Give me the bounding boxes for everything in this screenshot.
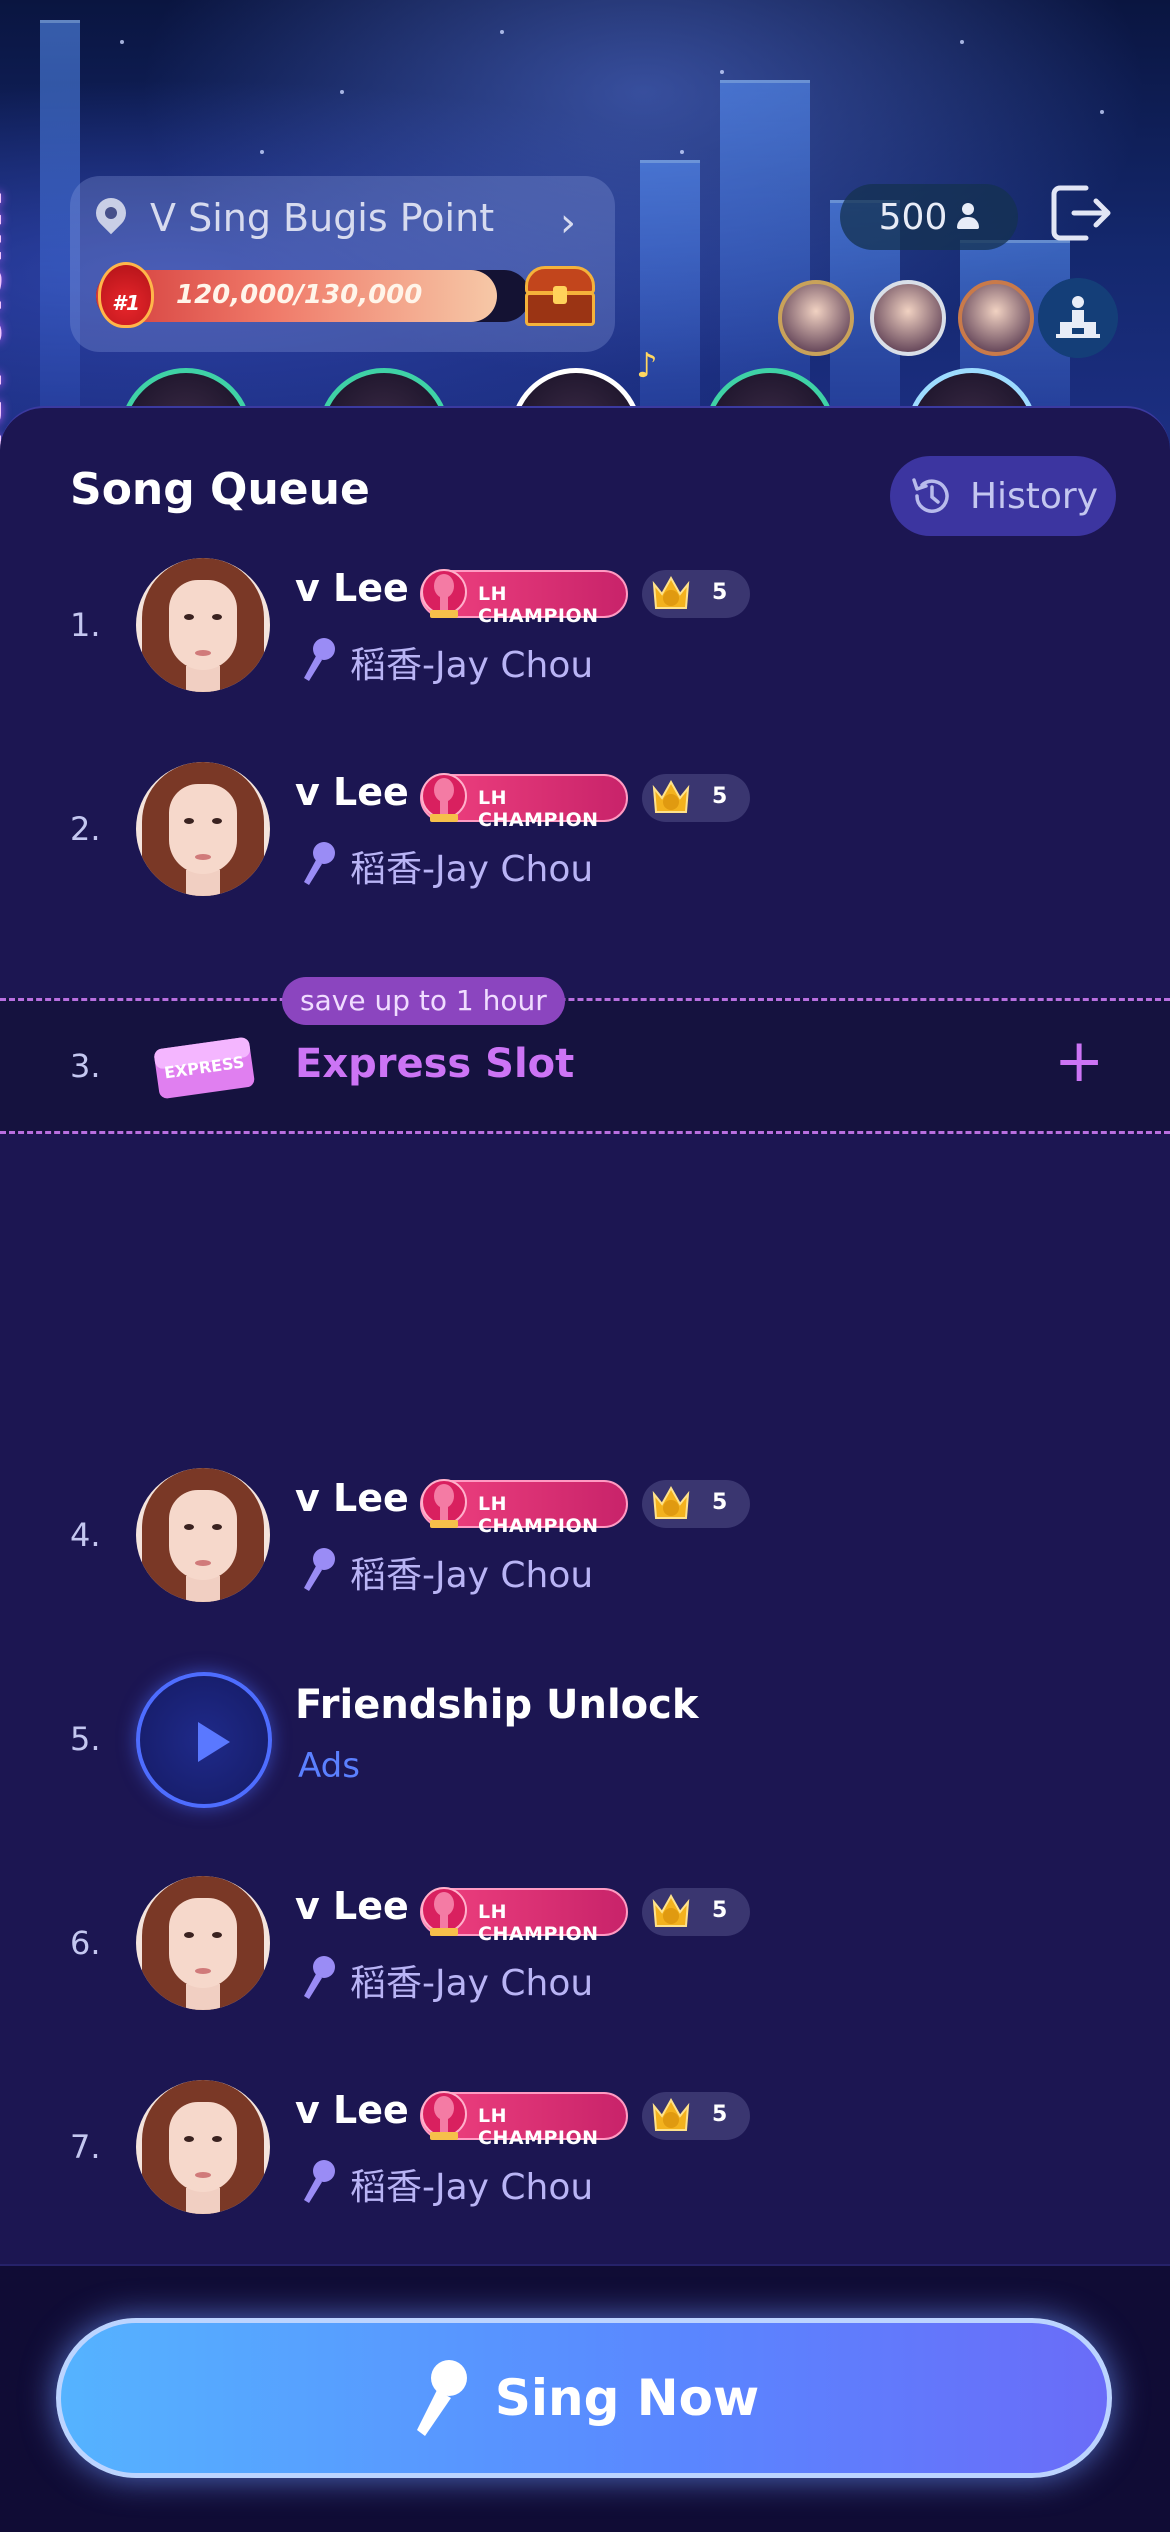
- song-title: 稻香-Jay Chou: [350, 849, 594, 890]
- venue-card[interactable]: V Sing Bugis Point › 120,000/130,000 #1: [70, 176, 615, 352]
- location-pin-icon: [94, 198, 128, 238]
- song-title: 稻香-Jay Chou: [350, 1963, 594, 2004]
- queue-position: 3.: [70, 1047, 101, 1085]
- sing-now-button[interactable]: Sing Now: [56, 2318, 1112, 2478]
- champion-badge: LH CHAMPION: [420, 569, 628, 627]
- crown-icon: [652, 1485, 690, 1519]
- queue-row[interactable]: 2. v Lee LH CHAMPION 5 稻香-Jay Chou: [0, 722, 1170, 926]
- champion-mic-icon: [421, 1479, 467, 1528]
- arena-sign: MUSIC AREN: [0, 190, 8, 460]
- queue-position: 2.: [70, 810, 101, 848]
- ad-row[interactable]: 5. Friendship Unlock Ads: [0, 1632, 1170, 1836]
- singer-avatar[interactable]: [136, 558, 270, 692]
- level-badge: 5: [642, 570, 750, 618]
- rank-badge: #1: [98, 262, 154, 328]
- level-badge: 5: [642, 1480, 750, 1528]
- champion-badge: LH CHAMPION: [420, 1887, 628, 1945]
- bottom-bar: Sing Now: [0, 2264, 1170, 2532]
- person-icon: [957, 203, 980, 231]
- queue-position: 7.: [70, 2128, 101, 2166]
- chevron-right-icon[interactable]: ›: [560, 200, 576, 246]
- top-fan-avatar[interactable]: [958, 280, 1034, 356]
- singer-avatar[interactable]: [136, 762, 270, 896]
- singer-avatar[interactable]: [136, 2080, 270, 2214]
- champion-mic-icon: [421, 1887, 467, 1936]
- top-fan-avatar[interactable]: [778, 280, 854, 356]
- champion-text: LH CHAMPION: [478, 583, 599, 627]
- viewer-count[interactable]: 500: [840, 184, 1018, 250]
- level-badge: 5: [642, 774, 750, 822]
- queue-row[interactable]: 1. v Lee LH CHAMPION 5 稻香-Jay Chou: [0, 518, 1170, 722]
- save-time-pill: save up to 1 hour: [282, 977, 565, 1025]
- champion-mic-icon: [421, 569, 467, 618]
- level-badge: 5: [642, 1888, 750, 1936]
- crown-icon: [652, 779, 690, 813]
- level-number: 5: [712, 1490, 728, 1515]
- ad-label: Ads: [298, 1746, 360, 1786]
- song-queue-panel: Song Queue History 1. v Lee LH CHAMPION …: [0, 406, 1170, 2532]
- queue-position: 1.: [70, 606, 101, 644]
- express-slot-row[interactable]: 3. save up to 1 hour EXPRESS Express Slo…: [0, 977, 1170, 1134]
- microphone-icon: [416, 2360, 467, 2436]
- level-badge: 5: [642, 2092, 750, 2140]
- play-icon[interactable]: [136, 1672, 272, 1808]
- song-title: 稻香-Jay Chou: [350, 645, 594, 686]
- queue-row[interactable]: 6. v Lee LH CHAMPION 5 稻香-Jay Chou: [0, 1836, 1170, 2040]
- microphone-icon: [304, 1548, 335, 1591]
- singer-name: v Lee: [295, 2088, 409, 2132]
- music-note-icon: ♪: [636, 346, 658, 386]
- level-number: 5: [712, 580, 728, 605]
- panel-title: Song Queue: [70, 464, 370, 515]
- exit-icon[interactable]: [1046, 178, 1116, 248]
- venue-progress-bar: 120,000/130,000: [96, 270, 530, 322]
- singer-avatar[interactable]: [136, 1468, 270, 1602]
- history-icon: [912, 478, 949, 513]
- level-number: 5: [712, 2102, 728, 2127]
- microphone-icon: [304, 842, 335, 885]
- champion-text: LH CHAMPION: [478, 2105, 599, 2149]
- singer-name: v Lee: [295, 566, 409, 610]
- crown-icon: [652, 2097, 690, 2131]
- champion-badge: LH CHAMPION: [420, 2091, 628, 2149]
- sing-now-label: Sing Now: [494, 2369, 760, 2427]
- podium-icon[interactable]: [1038, 278, 1118, 358]
- level-number: 5: [712, 1898, 728, 1923]
- queue-row[interactable]: 4. v Lee LH CHAMPION 5 稻香-Jay Chou: [0, 1428, 1170, 1632]
- microphone-icon: [304, 1956, 335, 1999]
- singer-name: v Lee: [295, 770, 409, 814]
- singer-avatar[interactable]: [136, 1876, 270, 2010]
- crown-icon: [652, 1893, 690, 1927]
- champion-mic-icon: [421, 2091, 467, 2140]
- champion-badge: LH CHAMPION: [420, 773, 628, 831]
- ticket-icon: EXPRESS: [154, 1037, 255, 1099]
- queue-position: 4.: [70, 1516, 101, 1554]
- champion-text: LH CHAMPION: [478, 787, 599, 831]
- level-number: 5: [712, 784, 728, 809]
- queue-row[interactable]: 7. v Lee LH CHAMPION 5 稻香-Jay Chou: [0, 2040, 1170, 2244]
- crown-icon: [652, 575, 690, 609]
- champion-text: LH CHAMPION: [478, 1493, 599, 1537]
- song-title: 稻香-Jay Chou: [350, 2167, 594, 2208]
- viewer-count-value: 500: [878, 196, 948, 238]
- singer-name: v Lee: [295, 1476, 409, 1520]
- queue-position: 6.: [70, 1924, 101, 1962]
- top-fan-avatar[interactable]: [870, 280, 946, 356]
- queue-position: 5.: [70, 1720, 101, 1758]
- champion-badge: LH CHAMPION: [420, 1479, 628, 1537]
- history-label: History: [969, 475, 1099, 517]
- progress-text: 120,000/130,000: [176, 280, 423, 310]
- add-express-button[interactable]: +: [1054, 1031, 1104, 1091]
- microphone-icon: [304, 2160, 335, 2203]
- song-title: 稻香-Jay Chou: [350, 1555, 594, 1596]
- singer-name: v Lee: [295, 1884, 409, 1928]
- treasure-chest-icon[interactable]: [525, 266, 595, 326]
- venue-name: V Sing Bugis Point: [150, 196, 495, 240]
- ad-title: Friendship Unlock: [295, 1682, 699, 1728]
- champion-mic-icon: [421, 773, 467, 822]
- microphone-icon: [304, 638, 335, 681]
- express-slot-label: Express Slot: [295, 1041, 575, 1087]
- champion-text: LH CHAMPION: [478, 1901, 599, 1945]
